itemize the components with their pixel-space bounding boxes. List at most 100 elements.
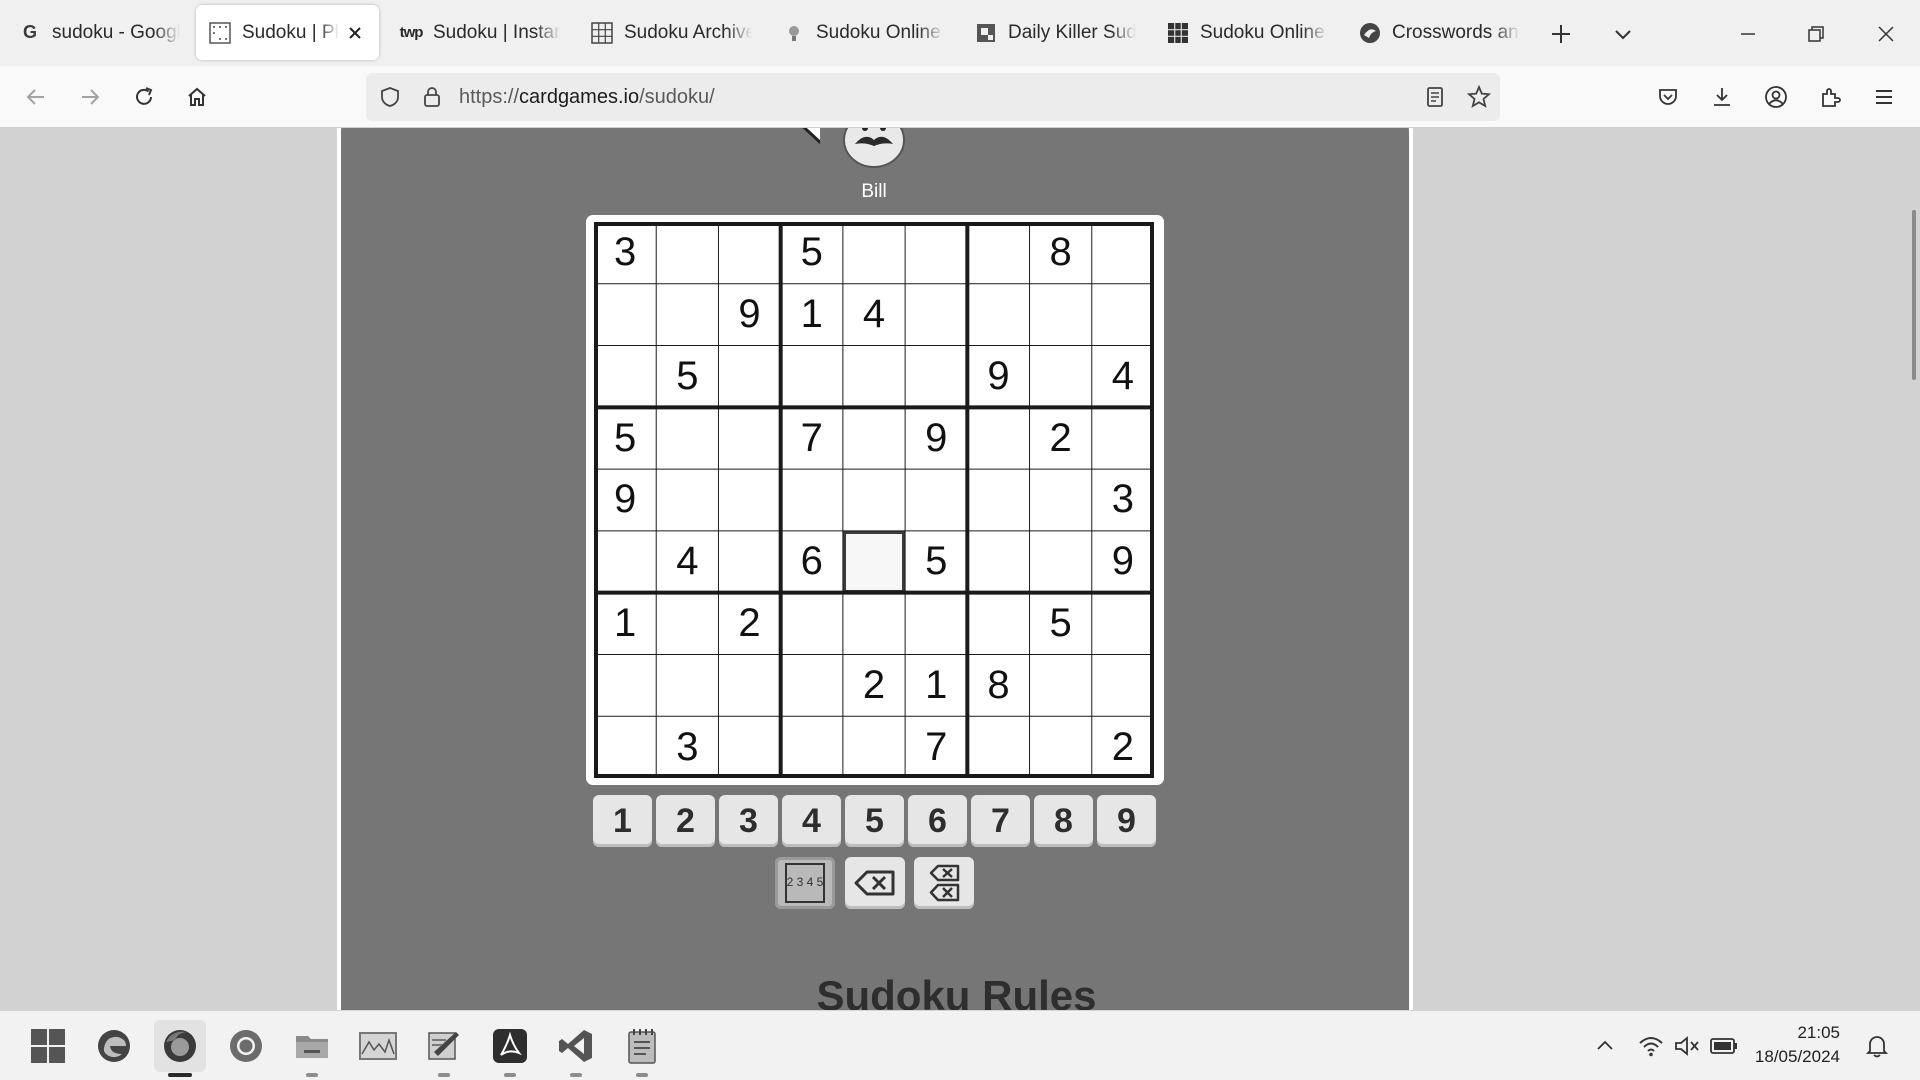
acrobat-icon[interactable] [484, 1020, 536, 1077]
downloads-icon[interactable] [1706, 81, 1738, 113]
sudoku-cell[interactable]: 2 [718, 593, 780, 655]
show-hidden-icons-chevron-icon[interactable] [1590, 1031, 1620, 1061]
sudoku-cell[interactable] [718, 407, 780, 469]
sudoku-cell[interactable]: 4 [1092, 346, 1154, 408]
sudoku-cell[interactable] [718, 654, 780, 716]
sudoku-cell[interactable] [843, 593, 905, 655]
sudoku-cell[interactable]: 6 [781, 531, 843, 593]
sudoku-cell[interactable] [843, 346, 905, 408]
sudoku-cell[interactable] [781, 654, 843, 716]
sudoku-cell[interactable]: 4 [843, 284, 905, 346]
sudoku-cell[interactable] [718, 716, 780, 778]
sudoku-cell[interactable] [843, 222, 905, 284]
sudoku-cell[interactable]: 9 [1092, 531, 1154, 593]
tab-sudoku-play[interactable]: Sudoku | Play [196, 5, 379, 60]
notifications-bell-icon[interactable] [1862, 1031, 1892, 1061]
sudoku-cell[interactable] [905, 469, 967, 531]
sudoku-cell[interactable] [967, 284, 1029, 346]
sudoku-cell[interactable]: 9 [718, 284, 780, 346]
sudoku-cell[interactable] [967, 469, 1029, 531]
extensions-icon[interactable] [1814, 81, 1846, 113]
sudoku-cell[interactable] [843, 407, 905, 469]
sudoku-cell[interactable]: 8 [1030, 222, 1092, 284]
sudoku-cell[interactable] [1092, 654, 1154, 716]
new-tab-icon[interactable] [1545, 18, 1577, 50]
number-button-2[interactable]: 2 [656, 795, 715, 847]
tracking-protection-shield-icon[interactable] [376, 83, 404, 111]
sudoku-cell[interactable] [781, 469, 843, 531]
sudoku-cell[interactable]: 7 [905, 716, 967, 778]
sudoku-cell[interactable]: 2 [1092, 716, 1154, 778]
home-icon[interactable] [181, 81, 213, 113]
erase-button[interactable] [845, 857, 905, 909]
tab-sudoku-google[interactable]: G sudoku - Google [6, 5, 192, 60]
paint-icon[interactable] [418, 1020, 470, 1077]
sudoku-cell[interactable] [594, 716, 656, 778]
sudoku-cell[interactable] [1092, 222, 1154, 284]
bookmark-star-icon[interactable] [1465, 83, 1493, 111]
tab-sudoku-online-2[interactable]: Sudoku Online - [1154, 5, 1340, 60]
sudoku-cell[interactable] [905, 222, 967, 284]
sudoku-cell[interactable]: 9 [594, 469, 656, 531]
lock-icon[interactable] [418, 83, 446, 111]
number-button-9[interactable]: 9 [1097, 795, 1156, 847]
sudoku-cell[interactable] [843, 469, 905, 531]
restore-icon[interactable] [1800, 18, 1832, 50]
sudoku-cell[interactable] [1030, 284, 1092, 346]
sudoku-cell[interactable] [781, 346, 843, 408]
sudoku-cell[interactable] [1092, 593, 1154, 655]
sudoku-cell[interactable] [656, 593, 718, 655]
photos-icon[interactable] [352, 1020, 404, 1072]
sudoku-cell[interactable] [594, 654, 656, 716]
number-button-8[interactable]: 8 [1034, 795, 1093, 847]
sudoku-cell[interactable] [656, 407, 718, 469]
tab-sudoku-instant[interactable]: twp Sudoku | Instant [387, 5, 573, 60]
sudoku-cell[interactable]: 3 [594, 222, 656, 284]
sudoku-cell[interactable]: 1 [594, 593, 656, 655]
notepad-icon[interactable] [616, 1020, 668, 1077]
sudoku-cell[interactable] [1092, 407, 1154, 469]
edge-icon[interactable] [88, 1020, 140, 1072]
sudoku-cell[interactable] [905, 284, 967, 346]
sudoku-cell[interactable] [656, 469, 718, 531]
sudoku-cell[interactable]: 3 [656, 716, 718, 778]
sudoku-cell[interactable] [718, 222, 780, 284]
sudoku-cell[interactable] [781, 593, 843, 655]
sudoku-cell[interactable]: 5 [1030, 593, 1092, 655]
chrome-icon[interactable] [220, 1020, 272, 1072]
sudoku-cell[interactable] [905, 346, 967, 408]
sudoku-cell[interactable]: 5 [781, 222, 843, 284]
sudoku-cell[interactable] [967, 222, 1029, 284]
sudoku-cell[interactable]: 8 [967, 654, 1029, 716]
forward-icon[interactable] [74, 81, 106, 113]
sudoku-cell[interactable] [1092, 284, 1154, 346]
sudoku-cell[interactable]: 2 [843, 654, 905, 716]
number-button-5[interactable]: 5 [845, 795, 904, 847]
sudoku-cell[interactable] [843, 716, 905, 778]
sudoku-cell[interactable] [967, 716, 1029, 778]
system-clock[interactable]: 21:05 18/05/2024 [1755, 1021, 1840, 1069]
sudoku-cell[interactable]: 5 [905, 531, 967, 593]
sudoku-cell[interactable] [718, 531, 780, 593]
sudoku-cell[interactable]: 9 [905, 407, 967, 469]
sudoku-cell[interactable] [594, 284, 656, 346]
battery-charging-icon[interactable] [1708, 1031, 1740, 1061]
sudoku-cell[interactable] [594, 346, 656, 408]
number-button-4[interactable]: 4 [782, 795, 841, 847]
close-tab-icon[interactable] [343, 21, 367, 45]
sudoku-cell[interactable] [656, 222, 718, 284]
sudoku-cell[interactable] [718, 346, 780, 408]
close-window-icon[interactable] [1870, 18, 1902, 50]
sudoku-cell[interactable] [718, 469, 780, 531]
sudoku-cell[interactable] [1030, 654, 1092, 716]
sudoku-cell[interactable] [1030, 716, 1092, 778]
sudoku-cell[interactable]: 9 [967, 346, 1029, 408]
tab-sudoku-archive[interactable]: Sudoku Archive [578, 5, 764, 60]
number-button-3[interactable]: 3 [719, 795, 778, 847]
page-scrollbar[interactable] [1912, 210, 1916, 380]
tab-crosswords[interactable]: Crosswords and [1346, 5, 1532, 60]
windows-start-icon[interactable] [22, 1020, 74, 1072]
account-icon[interactable] [1760, 81, 1792, 113]
minimize-icon[interactable] [1732, 18, 1764, 50]
sudoku-cell[interactable]: 2 [1030, 407, 1092, 469]
